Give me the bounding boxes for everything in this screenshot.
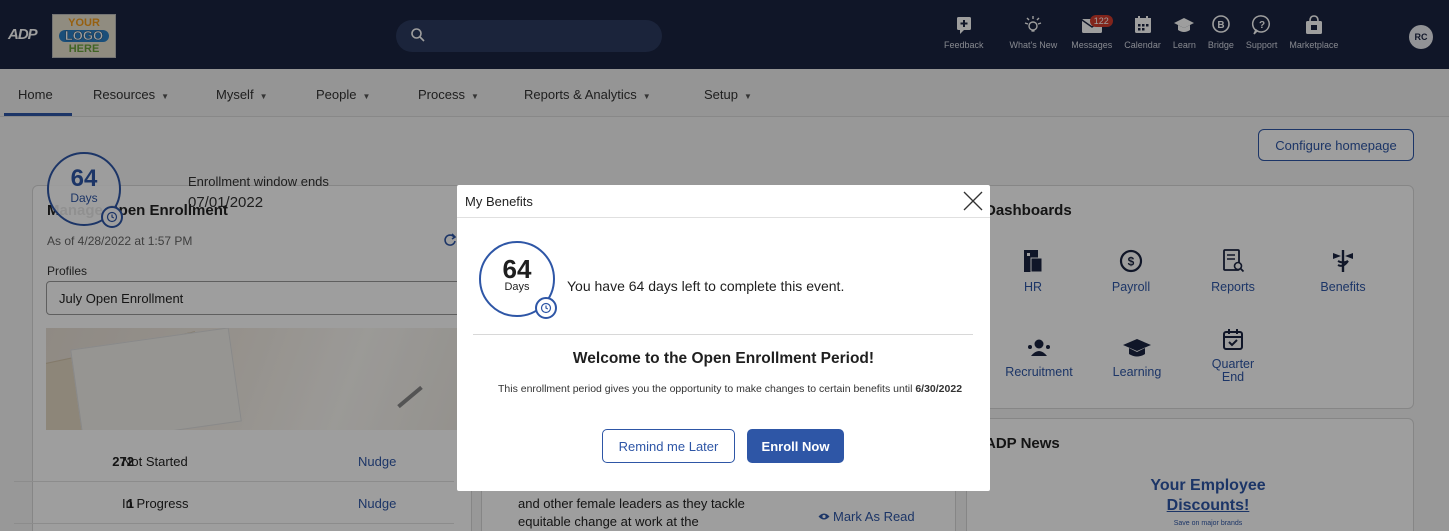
- modal-title: My Benefits: [465, 194, 533, 209]
- enroll-now-button[interactable]: Enroll Now: [747, 429, 844, 463]
- welcome-heading: Welcome to the Open Enrollment Period!: [572, 350, 875, 367]
- deadline-date: 6/30/2022: [915, 383, 963, 395]
- modal-days-number: 64: [502, 254, 532, 284]
- divider: [473, 334, 973, 335]
- clock-icon: [535, 297, 557, 319]
- modal-header: My Benefits: [457, 185, 990, 218]
- description-text: This enrollment period gives you the opp…: [498, 383, 913, 395]
- enrollment-period-description: This enrollment period gives you the opp…: [498, 381, 968, 397]
- my-benefits-modal: My Benefits 64 Days You have 64 days lef…: [457, 185, 990, 491]
- modal-days-unit: Days: [504, 281, 530, 293]
- close-icon[interactable]: [960, 188, 986, 214]
- remind-me-later-button[interactable]: Remind me Later: [602, 429, 735, 463]
- days-left-text: You have 64 days left to complete this e…: [567, 278, 845, 294]
- modal-days-circle: 64 Days: [479, 241, 557, 319]
